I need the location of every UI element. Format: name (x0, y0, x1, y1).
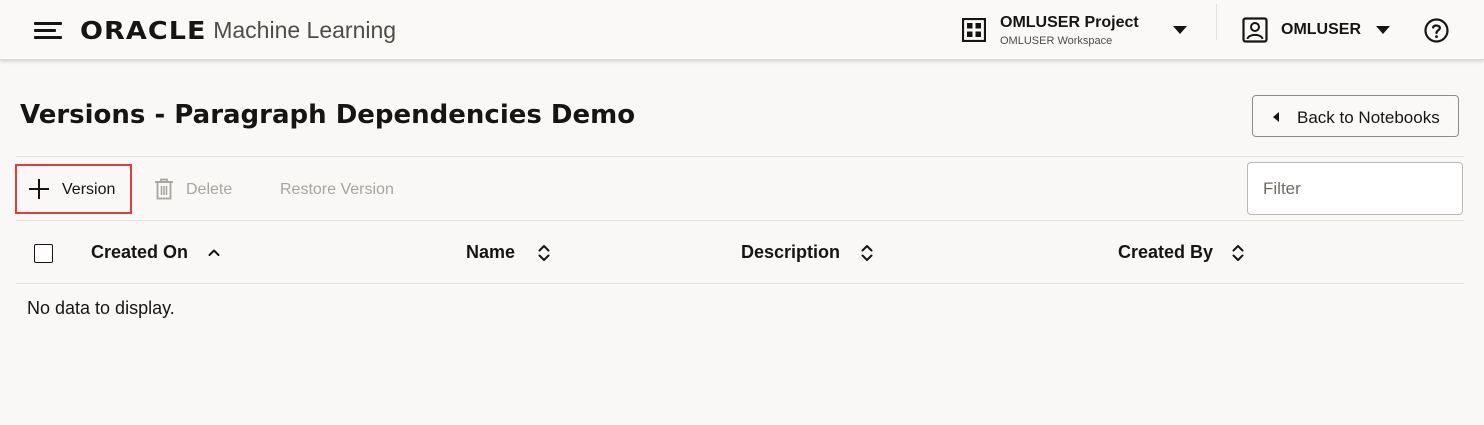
divider (16, 220, 1464, 221)
help-icon[interactable] (1424, 18, 1449, 43)
project-grid-icon (962, 18, 986, 42)
restore-version-button[interactable]: Restore Version (280, 181, 394, 199)
app-name: Machine Learning (213, 16, 397, 43)
column-header-name[interactable]: Name (466, 242, 515, 263)
back-to-notebooks-button[interactable]: Back to Notebooks (1252, 95, 1459, 137)
add-version-label: Version (62, 181, 116, 198)
user-name: OMLUSER (1281, 21, 1361, 38)
project-name: OMLUSER Project (1000, 14, 1139, 31)
sort-icon[interactable] (860, 244, 874, 262)
header-divider (1216, 4, 1217, 40)
empty-table-message: No data to display. (27, 298, 175, 318)
table-header: Created On Name Description Created By (0, 222, 1484, 284)
divider (16, 156, 1464, 157)
filter-input[interactable] (1247, 162, 1463, 215)
plus-icon (29, 179, 49, 199)
column-header-created-on[interactable]: Created On (91, 242, 188, 263)
app-header: ORACLE Machine Learning OMLUSER Project … (0, 0, 1484, 60)
app-logo[interactable]: ORACLE Machine Learning (80, 14, 396, 46)
back-button-label: Back to Notebooks (1297, 108, 1440, 127)
user-avatar-icon (1242, 17, 1268, 43)
sort-icon[interactable] (1231, 244, 1245, 262)
divider (16, 283, 1464, 284)
hamburger-menu-icon[interactable] (34, 20, 62, 40)
caret-left-icon (1273, 112, 1279, 122)
chevron-down-icon (1173, 26, 1187, 34)
add-version-button[interactable]: Version (15, 164, 132, 214)
page-title: Versions - Paragraph Dependencies Demo (20, 100, 636, 130)
user-menu[interactable]: OMLUSER (1240, 14, 1392, 46)
delete-label: Delete (186, 181, 233, 198)
trash-icon (155, 178, 173, 200)
select-all-checkbox[interactable] (34, 244, 53, 263)
column-header-created-by[interactable]: Created By (1118, 242, 1213, 263)
delete-button[interactable]: Delete (152, 174, 242, 204)
column-header-description[interactable]: Description (741, 242, 840, 263)
sort-icon[interactable] (537, 244, 551, 262)
project-switcher[interactable]: OMLUSER Project OMLUSER Workspace (960, 12, 1190, 50)
workspace-name: OMLUSER Workspace (1000, 35, 1113, 47)
sort-ascending-icon[interactable] (207, 244, 221, 262)
oracle-logo: ORACLE (80, 15, 207, 45)
chevron-down-icon (1376, 26, 1390, 34)
